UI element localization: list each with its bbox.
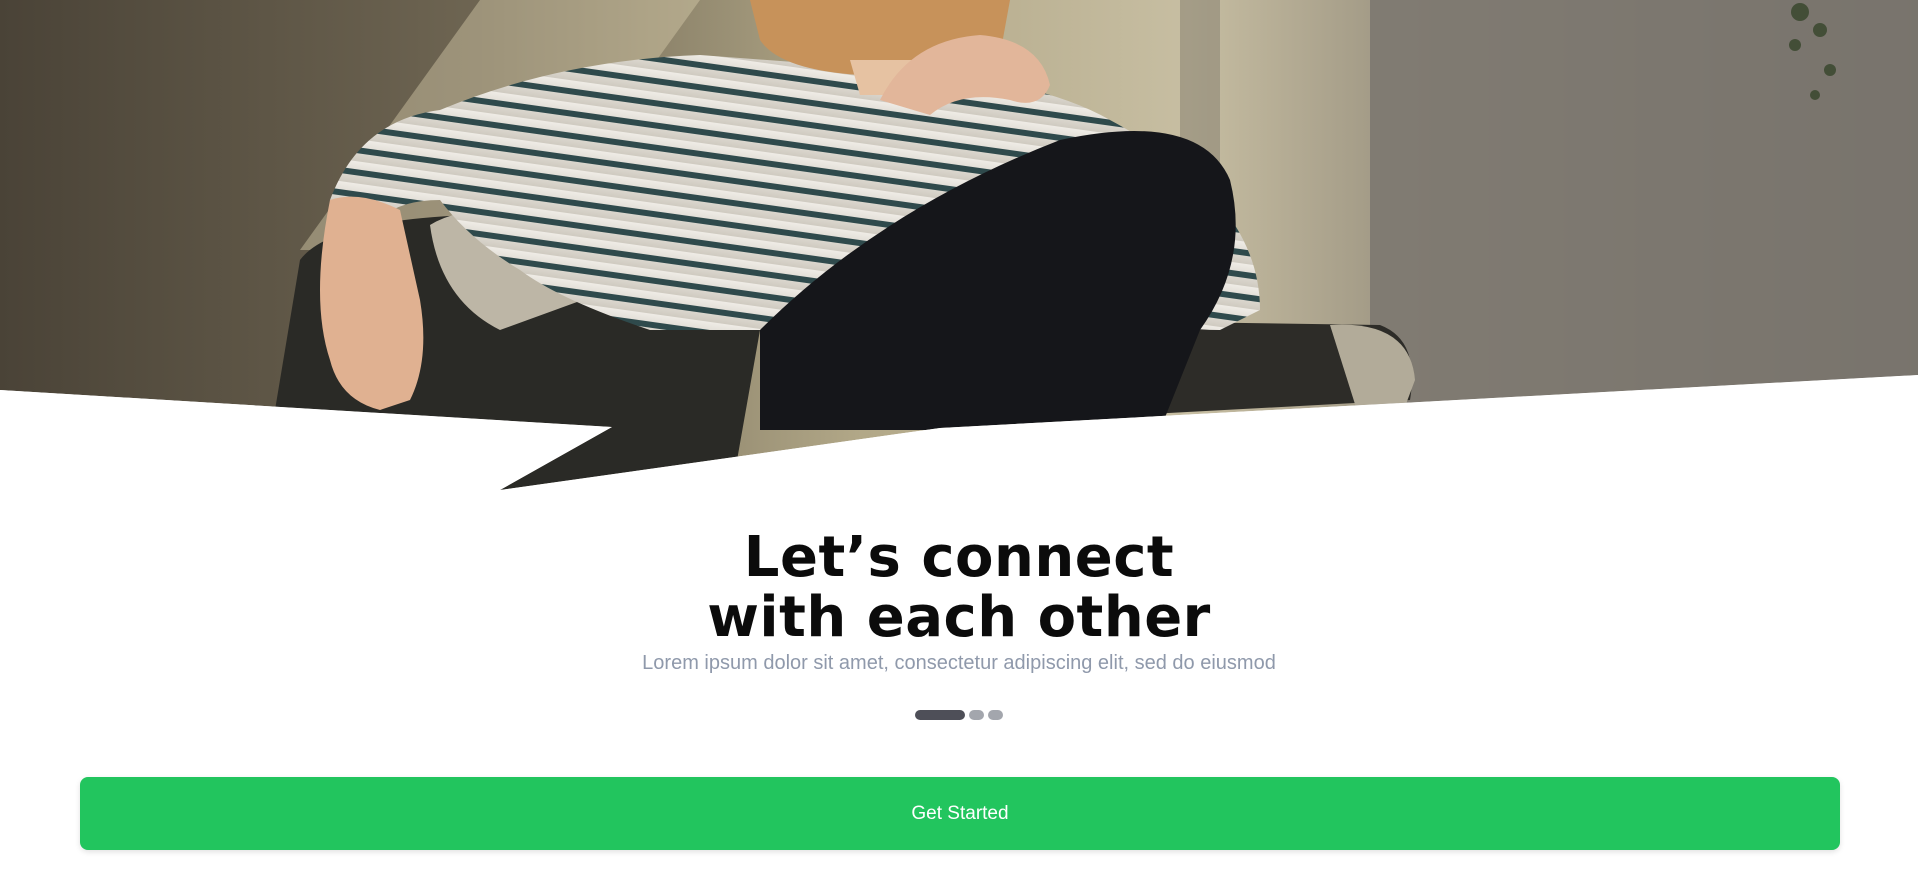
page-title: Let’s connect with each other (0, 528, 1918, 648)
title-line-1: Let’s connect (743, 525, 1175, 590)
title-line-2: with each other (707, 585, 1211, 650)
pagination-dot-active[interactable] (915, 710, 965, 720)
get-started-button[interactable]: Get Started (80, 777, 1840, 850)
subtitle: Lorem ipsum dolor sit amet, consectetur … (642, 652, 1276, 674)
intro-text: Let’s connect with each other Lorem ipsu… (0, 528, 1918, 676)
hero-image (0, 0, 1918, 500)
hero-photo-svg (0, 0, 1918, 500)
onboarding-screen: Let’s connect with each other Lorem ipsu… (0, 0, 1918, 878)
pagination-dot[interactable] (988, 710, 1003, 720)
pagination-dots (0, 709, 1918, 721)
pagination-dot[interactable] (969, 710, 984, 720)
